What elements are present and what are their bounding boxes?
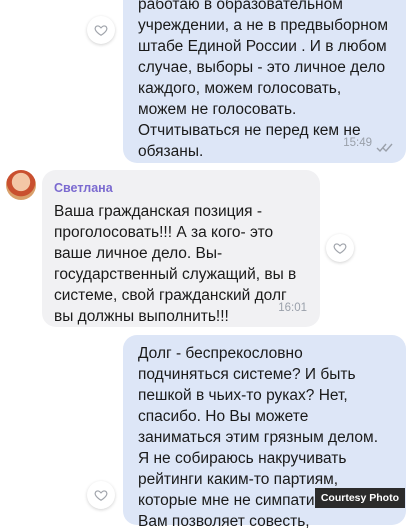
message-line: проголосовать!!! А за кого- это [54, 224, 274, 241]
message-timestamp: 16:01 [278, 302, 307, 314]
photo-credit: Courtesy Photo [314, 488, 405, 508]
heart-icon [333, 243, 347, 254]
message-line: рейтинги каким-то партиям, [138, 471, 339, 488]
message-line: подчиняться системе? И быть [138, 366, 356, 383]
like-button[interactable] [87, 481, 115, 509]
message-line: заниматься этим грязным делом. [138, 429, 379, 446]
like-button[interactable] [87, 16, 115, 44]
avatar[interactable] [6, 170, 36, 200]
message-line: учреждении, а не в предвыборном [138, 17, 389, 34]
message-line: пешкой в чьих-то руках? Нет, [138, 387, 348, 404]
message-line: системе, свой гражданский долг [54, 287, 287, 304]
message-line: случае, выборы - это личное дело [138, 59, 386, 76]
double-check-icon [376, 143, 393, 153]
message-line: вы должны выполнить!!! [54, 308, 229, 325]
message-line: Я не собираюсь накручивать [138, 450, 347, 467]
message-line: каждого, можем голосовать, [138, 80, 342, 97]
message-line: работаю в образовательном [138, 0, 343, 13]
message-timestamp: 15:49 [343, 137, 372, 149]
message-line: Долг - беспрекословно [138, 345, 303, 362]
outgoing-message[interactable]: работаю в образовательном учреждении, а … [123, 0, 406, 163]
message-line: спасибо. Но Вы можете [138, 408, 309, 425]
incoming-message[interactable]: Светлана Ваша гражданская позиция - прог… [42, 170, 320, 327]
like-button[interactable] [326, 234, 354, 262]
message-line: Вам позволяет совесть, [138, 513, 310, 530]
message-line: Ваша гражданская позиция - [54, 203, 263, 220]
heart-icon [94, 25, 108, 36]
sender-name: Светлана [54, 181, 113, 195]
message-line: ваше личное дело. Вы- [54, 245, 223, 262]
heart-icon [94, 490, 108, 501]
message-line: штабе Единой России . И в любом [138, 38, 387, 55]
message-line: государственный служащий, вы в [54, 266, 297, 283]
message-line: можем не голосовать. [138, 101, 297, 118]
